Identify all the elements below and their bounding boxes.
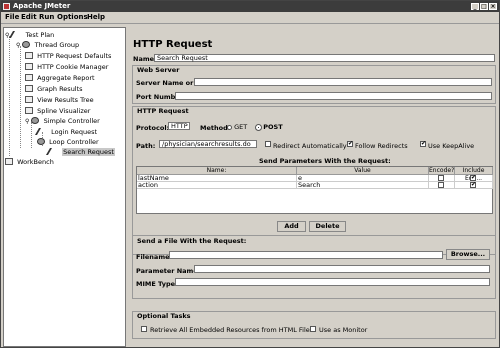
tree-search-request[interactable]: Search Request: [45, 148, 115, 157]
window-title: Apache JMeter: [13, 2, 71, 10]
param-name-field[interactable]: [194, 265, 490, 273]
expand-toggle-icon[interactable]: ⚲: [16, 42, 20, 49]
jmeter-window: Apache JMeter _ □ × File Edit Run Option…: [0, 0, 500, 348]
http-request-panel: HTTP Request Name: Search Request Web Se…: [128, 27, 497, 345]
param-name-label: Parameter Name:: [136, 267, 201, 275]
file-section-title: Send a File With the Request:: [136, 237, 248, 245]
http-request-title: HTTP Request: [136, 107, 190, 115]
table-cell-name[interactable]: lastName: [137, 175, 297, 182]
encode-checkbox[interactable]: [438, 175, 444, 181]
app-icon: [3, 3, 10, 10]
tree-loop-controller[interactable]: Loop Controller: [37, 138, 99, 147]
column-header-encode[interactable]: Encode?: [429, 167, 455, 175]
tree-test-plan[interactable]: ⚲ Test Plan: [5, 31, 54, 40]
listener-icon: [25, 85, 33, 92]
use-as-monitor-label: Use as Monitor: [319, 326, 368, 334]
close-icon[interactable]: ×: [489, 3, 497, 10]
encode-checkbox[interactable]: [438, 182, 444, 188]
web-server-title: Web Server: [136, 66, 181, 74]
path-field[interactable]: /physician/searchresults.do: [159, 140, 257, 148]
filename-label: Filename:: [136, 253, 173, 261]
listener-icon: [25, 74, 33, 81]
menu-bar: File Edit Run Options Help: [1, 12, 499, 24]
path-label: Path:: [136, 142, 156, 150]
table-cell-value[interactable]: Search: [297, 182, 429, 189]
mime-type-field[interactable]: [175, 278, 490, 286]
keepalive-checkbox[interactable]: ✔: [420, 141, 426, 147]
protocol-label: Protocol:: [136, 124, 170, 132]
mime-type-label: MIME Type:: [136, 280, 178, 288]
menu-file[interactable]: File: [5, 13, 19, 21]
use-as-monitor-checkbox[interactable]: [310, 326, 316, 332]
loop-controller-icon: [37, 138, 45, 145]
tree-thread-group[interactable]: ⚲ Thread Group: [16, 41, 79, 50]
tree-item-view-results-tree[interactable]: View Results Tree: [25, 96, 94, 105]
method-get-radio[interactable]: GET: [227, 123, 247, 131]
tree-item-http-request-defaults[interactable]: HTTP Request Defaults: [25, 52, 111, 61]
port-field[interactable]: [175, 92, 492, 100]
tree-workbench[interactable]: WorkBench: [5, 158, 54, 167]
column-header-value[interactable]: Value: [297, 167, 429, 175]
workbench-icon: [5, 158, 13, 165]
tree-item-aggregate-report[interactable]: Aggregate Report: [25, 74, 95, 83]
method-post-radio[interactable]: POST: [255, 123, 283, 131]
thread-group-icon: [22, 41, 31, 48]
expand-toggle-icon[interactable]: ⚲: [25, 118, 29, 125]
config-icon: [25, 63, 33, 70]
menu-help[interactable]: Help: [87, 13, 105, 21]
listener-icon: [25, 107, 33, 114]
redirect-auto-checkbox[interactable]: [265, 141, 271, 147]
minimize-icon[interactable]: _: [471, 3, 479, 10]
listener-icon: [25, 96, 33, 103]
retrieve-resources-label: Retrieve All Embedded Resources from HTM…: [150, 326, 314, 334]
redirect-auto-label: Redirect Automatically: [273, 142, 347, 150]
include-equals-checkbox[interactable]: ✔: [470, 182, 476, 188]
page-title: HTTP Request: [133, 39, 213, 50]
keepalive-label: Use KeepAlive: [428, 142, 475, 150]
method-label: Method:: [200, 124, 231, 132]
test-tree: ⚲ Test Plan ⚲ Thread Group HTTP Request …: [3, 27, 126, 347]
params-table: Name: Value Encode? Include Equ... lastN…: [136, 166, 493, 214]
browse-button[interactable]: Browse...: [446, 249, 490, 260]
sampler-icon: [34, 128, 50, 135]
maximize-icon[interactable]: □: [480, 3, 488, 10]
test-plan-icon: [9, 31, 24, 38]
tree-item-http-cookie-manager[interactable]: HTTP Cookie Manager: [25, 63, 108, 72]
config-icon: [25, 52, 33, 59]
menu-options[interactable]: Options: [57, 13, 88, 21]
follow-redirects-label: Follow Redirects: [355, 142, 408, 150]
protocol-field[interactable]: HTTP: [168, 122, 190, 130]
add-button[interactable]: Add: [277, 221, 306, 232]
radio-selected-icon: [255, 124, 262, 131]
tree-item-spline-visualizer[interactable]: Spline Visualizer: [25, 107, 90, 116]
server-field[interactable]: [194, 78, 492, 86]
follow-redirects-checkbox[interactable]: ✔: [347, 141, 353, 147]
name-field[interactable]: Search Request: [154, 54, 495, 62]
controller-icon: [31, 117, 40, 124]
title-bar: Apache JMeter _ □ ×: [1, 1, 499, 12]
retrieve-resources-checkbox[interactable]: [141, 326, 147, 332]
delete-button[interactable]: Delete: [309, 221, 346, 232]
tree-login-request[interactable]: Login Request: [34, 128, 97, 137]
sampler-icon: [45, 148, 61, 155]
optional-tasks-title: Optional Tasks: [136, 312, 192, 320]
table-cell-name[interactable]: action: [137, 182, 297, 189]
params-title: Send Parameters With the Request:: [259, 157, 391, 165]
menu-run[interactable]: Run: [39, 13, 54, 21]
radio-icon: [227, 125, 232, 130]
menu-edit[interactable]: Edit: [21, 13, 37, 21]
filename-field[interactable]: [169, 251, 443, 259]
tree-item-graph-results[interactable]: Graph Results: [25, 85, 83, 94]
tree-simple-controller[interactable]: ⚲ Simple Controller: [25, 117, 100, 126]
